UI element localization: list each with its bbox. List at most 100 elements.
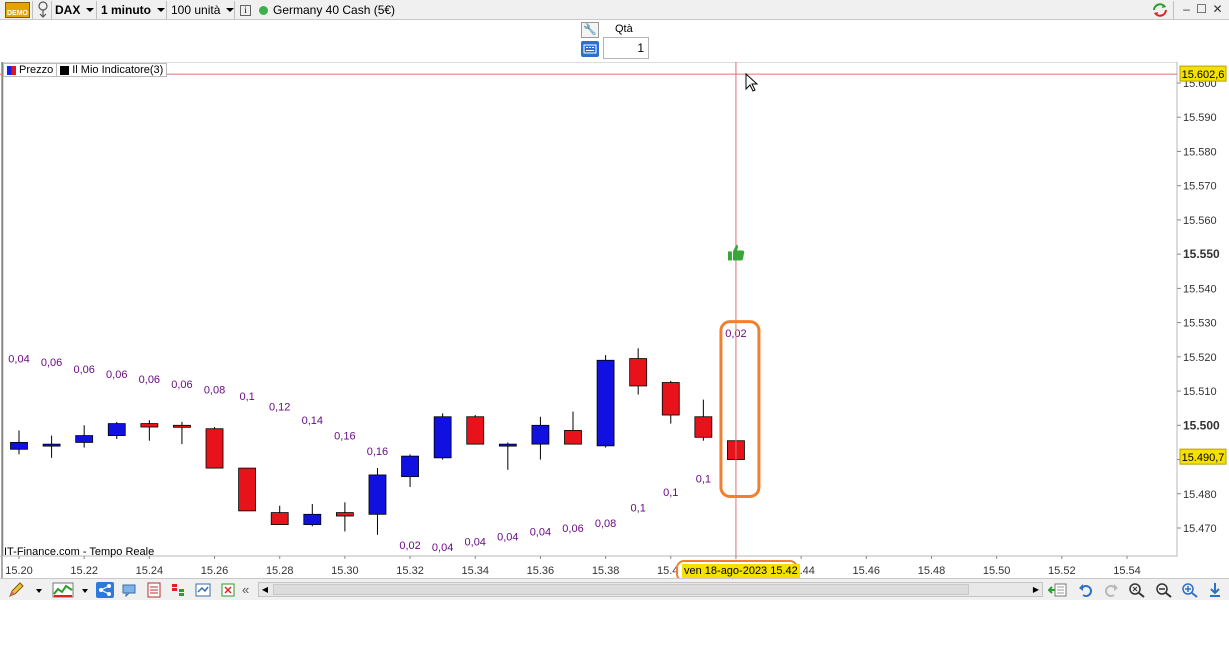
x-tick-label: 15.26 [201, 565, 229, 577]
chevron-down-icon [86, 8, 95, 12]
chevron-down-icon[interactable] [80, 582, 90, 598]
minimize-button[interactable]: – [1180, 3, 1193, 16]
x-tick-label: 15.36 [527, 565, 555, 577]
indicator-value-label: 0,1 [239, 391, 254, 403]
quantity-panel: 🔧 Qtà 1 [581, 22, 651, 60]
indicator-value-label: 0,08 [204, 384, 225, 396]
indicator-value-label: 0,06 [562, 523, 583, 535]
redo-icon[interactable] [1103, 582, 1119, 598]
candle-body [466, 416, 485, 445]
candle-body [498, 443, 517, 447]
indicator-value-label: 0,16 [334, 431, 355, 443]
chevron-down-icon[interactable] [34, 582, 44, 598]
candle-body [531, 424, 550, 445]
timeframe-label: 1 minuto [101, 3, 151, 17]
keyboard-icon[interactable] [581, 41, 599, 57]
x-tick-label: 15.50 [983, 565, 1011, 577]
demo-label: DEMO [7, 10, 28, 17]
candle-body [173, 424, 191, 428]
quantity-input[interactable]: 1 [603, 37, 649, 59]
bottom-toolbar: « ◀ ▶ [0, 578, 1229, 600]
x-tick-label: 15.32 [396, 565, 424, 577]
indicator-value-label: 0,12 [269, 401, 290, 413]
legend-item-price[interactable]: Prezzo [4, 64, 58, 76]
candle-body [10, 442, 28, 450]
separator [166, 1, 167, 19]
indicator-value-label: 0,06 [73, 364, 94, 376]
scroll-right-icon[interactable]: ▶ [1030, 583, 1042, 596]
separator [1173, 1, 1174, 19]
scrollbar-thumb[interactable] [273, 584, 969, 595]
double-chevron-left-icon[interactable]: « [242, 582, 258, 598]
indicator-value-label: 0,04 [8, 354, 29, 366]
candle-body [140, 423, 159, 428]
market-status: Germany 40 Cash (5€) [259, 0, 395, 20]
units-select[interactable]: 100 unità [171, 0, 235, 20]
scroll-left-icon[interactable]: ◀ [259, 583, 271, 596]
plot-area [2, 62, 1178, 557]
x-tick-label: 15.28 [266, 565, 294, 577]
y-tick-label: 15.580 [1183, 146, 1217, 158]
x-tick-label: 15.38 [592, 565, 620, 577]
indicator-value-label: 0,04 [432, 542, 453, 554]
undo-icon[interactable] [1078, 582, 1094, 598]
price-chart[interactable]: 0,04 0,06 0,06 0,06 0,06 0,06 0,08 0,1 0,12 0,14 0… [0, 62, 1229, 578]
indicator-value-label: 0,04 [530, 526, 551, 538]
sync-button[interactable] [1151, 0, 1169, 20]
y-tick-label: 15.480 [1183, 489, 1217, 501]
y-tick-label: 15.500 [1183, 418, 1220, 432]
indicator-value-label: 0,04 [497, 532, 518, 544]
indicators-icon[interactable] [52, 582, 74, 598]
zoom-out-icon[interactable] [1155, 582, 1173, 598]
indicator-value-label: 0,06 [106, 369, 127, 381]
trading-icon[interactable] [220, 582, 236, 598]
info-button[interactable]: i [240, 0, 251, 20]
x-tick-label: 15.24 [136, 565, 164, 577]
maximize-button[interactable]: ☐ [1195, 3, 1208, 16]
crosshair-date-label: ven 18-ago-2023 15.42 [682, 564, 800, 579]
indicator-value-label: 0,1 [696, 473, 711, 485]
demo-icon: DEMO [5, 2, 30, 18]
timeframe-select[interactable]: 1 minuto [101, 0, 165, 20]
x-tick-label: 15.30 [331, 565, 359, 577]
drawing-pencil-icon[interactable] [8, 582, 24, 598]
wrench-icon[interactable]: 🔧 [581, 22, 599, 38]
y-tick-label: 15.570 [1183, 181, 1217, 193]
separator [96, 1, 97, 19]
candle-body [433, 416, 452, 459]
indicator-value-label: 0,06 [139, 374, 160, 386]
top-toolbar: DEMO DAX 1 minuto 100 unità i Germany 40… [0, 0, 1229, 20]
comment-icon[interactable] [121, 582, 137, 598]
separator [51, 1, 52, 19]
legend-item-indicator[interactable]: Il Mio Indicatore(3) [57, 64, 166, 76]
separator [32, 1, 33, 19]
zoom-fit-icon[interactable] [1128, 582, 1146, 598]
legend-indicator-label: Il Mio Indicatore(3) [72, 64, 164, 76]
share-icon[interactable] [96, 582, 114, 598]
indicator-value-label: 0,16 [367, 446, 388, 458]
chart-legend: Prezzo Il Mio Indicatore(3) [3, 63, 168, 77]
report-icon[interactable] [146, 582, 162, 598]
candle-body [107, 423, 126, 436]
chart-scrollbar[interactable]: ◀ ▶ [258, 582, 1043, 597]
x-tick-label: 15.52 [1048, 565, 1076, 577]
candle-body [368, 474, 387, 515]
y-tick-label: 15.530 [1183, 318, 1217, 330]
close-button[interactable]: ✕ [1211, 3, 1224, 16]
instrument-select[interactable]: DAX [55, 0, 95, 20]
screener-icon[interactable] [195, 582, 211, 598]
status-dot-icon [259, 5, 268, 15]
zoom-in-icon[interactable] [1181, 582, 1199, 598]
indicator-value-label: 0,02 [399, 540, 420, 552]
y-tick-label: 15.540 [1183, 283, 1217, 295]
data-source-label: IT-Finance.com - Tempo Reale [4, 546, 155, 558]
scroll-to-end-icon[interactable] [1208, 582, 1222, 598]
data-export-icon[interactable] [1047, 582, 1068, 598]
x-tick-label: 15.34 [461, 565, 489, 577]
x-tick-label: 15.48 [918, 565, 946, 577]
indicator-value-label: 0,04 [465, 537, 486, 549]
units-label: 100 unità [171, 3, 221, 17]
order-book-icon[interactable] [170, 582, 186, 598]
indicator-swatch-icon [60, 65, 70, 75]
account-switch-icon[interactable] [36, 0, 50, 20]
